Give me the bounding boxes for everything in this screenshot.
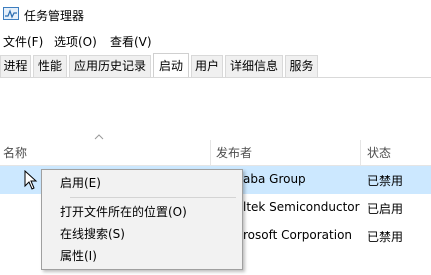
context-menu-search-online[interactable]: 在线搜索(S) xyxy=(43,223,241,245)
context-menu-separator xyxy=(70,197,236,198)
row-status: 已启用 xyxy=(367,202,404,216)
tab-details[interactable]: 详细信息 xyxy=(225,55,283,77)
column-header-name[interactable]: 名称 xyxy=(3,138,208,166)
menu-bar: 文件(F) 选项(O) 查看(V) xyxy=(0,31,431,51)
tab-strip: 进程 性能 应用历史记录 启动 用户 详细信息 服务 xyxy=(0,53,431,78)
row-status: 已禁用 xyxy=(367,230,404,244)
column-header-publisher[interactable]: 发布者 xyxy=(216,138,356,166)
tab-processes[interactable]: 进程 xyxy=(0,55,31,77)
title-bar: 任务管理器 xyxy=(0,0,431,30)
tab-app-history[interactable]: 应用历史记录 xyxy=(69,55,151,77)
context-menu: 启用(E) 打开文件所在的位置(O) 在线搜索(S) 属性(I) xyxy=(41,169,243,270)
context-menu-open-file-location[interactable]: 打开文件所在的位置(O) xyxy=(43,201,241,223)
row-publisher: rosoft Corporation xyxy=(243,228,353,242)
column-header-status[interactable]: 状态 xyxy=(367,138,427,166)
tab-startup[interactable]: 启动 xyxy=(153,53,189,77)
tab-services[interactable]: 服务 xyxy=(285,55,318,77)
row-publisher: aba Group xyxy=(243,172,306,186)
task-manager-icon xyxy=(3,7,19,20)
menu-file[interactable]: 文件(F) xyxy=(3,33,43,50)
row-status: 已禁用 xyxy=(367,174,404,188)
menu-view[interactable]: 查看(V) xyxy=(110,33,152,50)
column-divider[interactable] xyxy=(360,140,361,166)
context-menu-enable[interactable]: 启用(E) xyxy=(43,172,241,194)
mouse-cursor-icon xyxy=(24,170,38,190)
row-publisher: ltek Semiconductor xyxy=(243,200,360,214)
column-divider[interactable] xyxy=(210,140,211,166)
tab-performance[interactable]: 性能 xyxy=(33,55,67,77)
tab-users[interactable]: 用户 xyxy=(191,55,223,77)
context-menu-properties[interactable]: 属性(I) xyxy=(43,245,241,267)
window-title: 任务管理器 xyxy=(24,9,85,23)
menu-options[interactable]: 选项(O) xyxy=(54,33,97,50)
